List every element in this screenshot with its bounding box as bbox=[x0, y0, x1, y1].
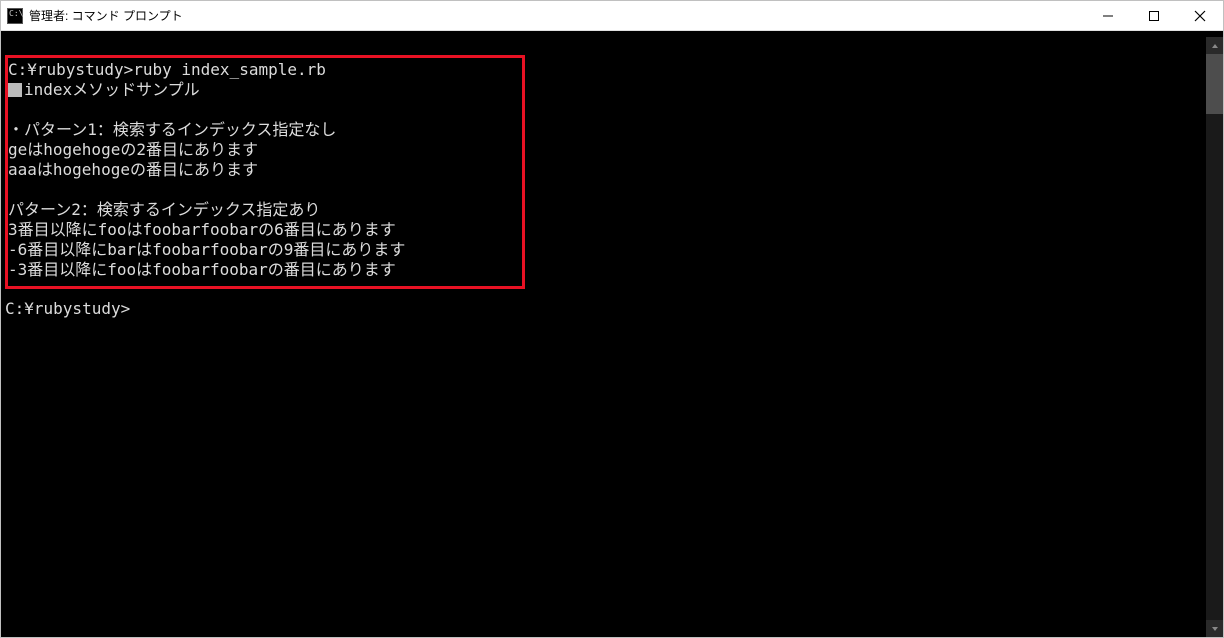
output-line: パターン2：検索するインデックス指定あり bbox=[8, 200, 518, 220]
cmd-icon bbox=[7, 8, 23, 24]
maximize-button[interactable] bbox=[1131, 1, 1177, 30]
maximize-icon bbox=[1148, 10, 1160, 22]
window-controls bbox=[1085, 1, 1223, 30]
scroll-up-button[interactable] bbox=[1206, 37, 1223, 54]
window-frame: 管理者: コマンド プロンプト C:¥rubystudy>ruby index_… bbox=[0, 0, 1224, 638]
output-blank bbox=[8, 180, 518, 200]
output-line: aaaはhogehogeの番目にあります bbox=[8, 160, 518, 180]
output-line: indexメソッドサンプル bbox=[8, 80, 518, 100]
minimize-button[interactable] bbox=[1085, 1, 1131, 30]
close-icon bbox=[1194, 10, 1206, 22]
window-title: 管理者: コマンド プロンプト bbox=[29, 7, 183, 24]
output-text: indexメソッドサンプル bbox=[24, 80, 200, 99]
scroll-track[interactable] bbox=[1206, 54, 1223, 620]
block-char-icon bbox=[8, 83, 22, 97]
output-blank bbox=[8, 100, 518, 120]
highlighted-region: C:¥rubystudy>ruby index_sample.rb indexメ… bbox=[5, 55, 525, 289]
output-line: geはhogehogeの2番目にあります bbox=[8, 140, 518, 160]
prompt-line[interactable]: C:¥rubystudy> bbox=[5, 299, 1202, 319]
close-button[interactable] bbox=[1177, 1, 1223, 30]
output-line: 3番目以降にfooはfoobarfoobarの6番目にあります bbox=[8, 220, 518, 240]
vertical-scrollbar[interactable] bbox=[1206, 37, 1223, 637]
scroll-thumb[interactable] bbox=[1206, 54, 1223, 114]
scroll-down-button[interactable] bbox=[1206, 620, 1223, 637]
output-line: C:¥rubystudy>ruby index_sample.rb bbox=[8, 60, 518, 80]
minimize-icon bbox=[1102, 10, 1114, 22]
titlebar[interactable]: 管理者: コマンド プロンプト bbox=[1, 1, 1223, 31]
output-line: -3番目以降にfooはfoobarfoobarの番目にあります bbox=[8, 260, 518, 280]
client-area: C:¥rubystudy>ruby index_sample.rb indexメ… bbox=[1, 31, 1223, 637]
output-line: -6番目以降にbarはfoobarfoobarの9番目にあります bbox=[8, 240, 518, 260]
console[interactable]: C:¥rubystudy>ruby index_sample.rb indexメ… bbox=[1, 37, 1206, 637]
output-line: ・パターン1：検索するインデックス指定なし bbox=[8, 120, 518, 140]
chevron-up-icon bbox=[1211, 42, 1219, 50]
chevron-down-icon bbox=[1211, 625, 1219, 633]
